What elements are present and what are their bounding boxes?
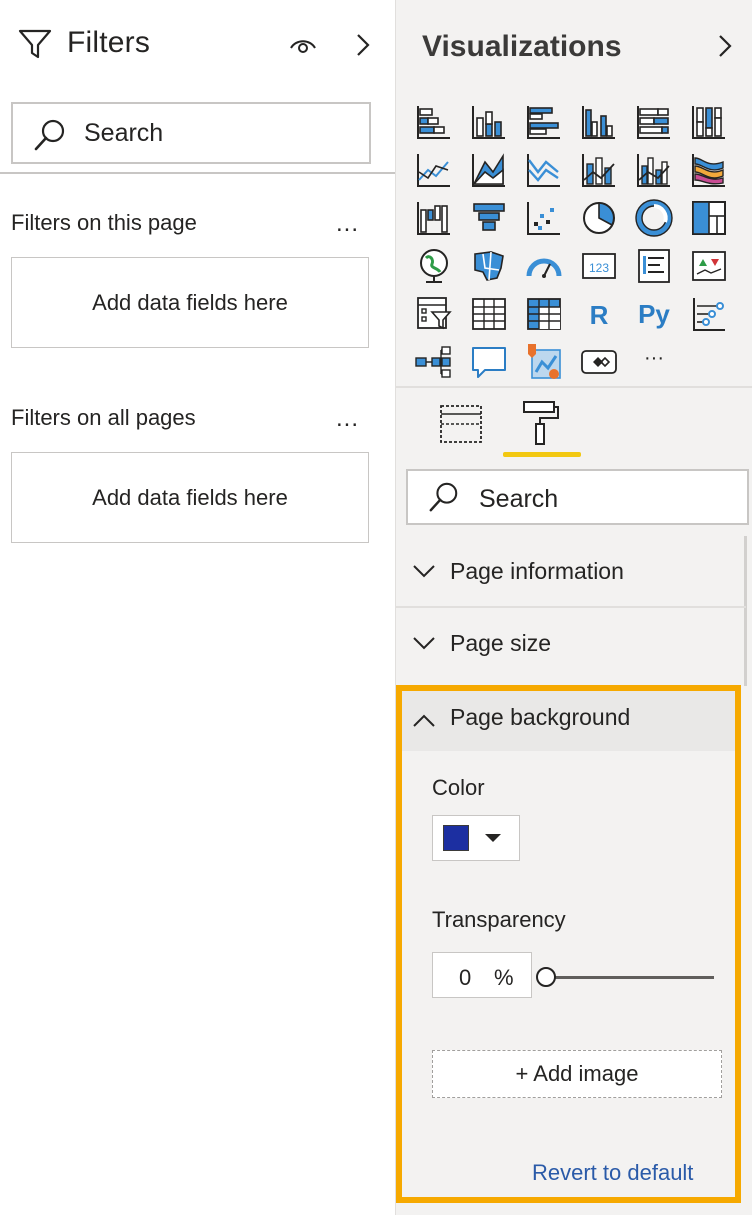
filters-title: Filters xyxy=(67,26,151,59)
qa-icon[interactable] xyxy=(469,342,509,382)
more-visuals-icon[interactable]: ··· xyxy=(634,342,674,382)
search-icon xyxy=(34,119,65,151)
r-glyph: R xyxy=(590,300,609,330)
collapse-filters-chevron-icon[interactable] xyxy=(352,32,374,58)
line-and-clustered-column-chart-icon[interactable] xyxy=(634,150,674,190)
format-search-placeholder: Search xyxy=(479,485,559,513)
filters-on-all-pages-label: Filters on all pages xyxy=(11,405,196,430)
line-chart-icon[interactable] xyxy=(414,150,454,190)
key-influencers-icon[interactable] xyxy=(689,294,729,334)
format-paint-roller-icon[interactable] xyxy=(520,398,562,448)
filters-on-this-page-more-button[interactable]: ... xyxy=(336,210,359,238)
pie-chart-icon[interactable] xyxy=(579,198,619,238)
section-page-information[interactable]: Page information xyxy=(396,537,746,608)
fields-tab-icon[interactable] xyxy=(438,402,484,446)
section-page-information-label: Page information xyxy=(450,558,624,584)
eye-icon[interactable] xyxy=(288,34,318,56)
gauge-icon[interactable] xyxy=(524,246,564,286)
visual-type-gallery: 123 R Py ··· xyxy=(412,100,747,385)
filters-search-placeholder: Search xyxy=(84,119,164,147)
r-script-visual-icon[interactable]: R xyxy=(579,294,619,334)
filters-on-all-pages-more-button[interactable]: ... xyxy=(336,405,359,433)
filters-on-this-page-dropzone[interactable]: Add data fields here xyxy=(11,257,369,348)
section-divider xyxy=(396,606,746,608)
stacked-column-chart-icon[interactable] xyxy=(469,102,509,142)
card-icon[interactable]: 123 xyxy=(579,246,619,286)
gallery-divider xyxy=(396,386,752,388)
area-chart-icon[interactable] xyxy=(469,150,509,190)
stacked-area-chart-icon[interactable] xyxy=(524,150,564,190)
collapse-visualizations-chevron-icon[interactable] xyxy=(714,32,736,60)
waterfall-chart-icon[interactable] xyxy=(414,198,454,238)
funnel-chart-icon[interactable] xyxy=(469,198,509,238)
clustered-bar-chart-icon[interactable] xyxy=(524,102,564,142)
chevron-down-icon xyxy=(413,637,435,650)
visualizations-pane: Visualizations 123 R Py ··· Search Page … xyxy=(395,0,752,1215)
search-icon xyxy=(429,482,458,512)
scatter-chart-icon[interactable] xyxy=(524,198,564,238)
slicer-icon[interactable] xyxy=(414,294,454,334)
decomposition-tree-icon[interactable] xyxy=(414,342,454,382)
more-visuals-glyph: ··· xyxy=(644,347,664,369)
100-stacked-bar-chart-icon[interactable] xyxy=(634,102,674,142)
py-glyph: Py xyxy=(638,299,670,329)
map-icon[interactable] xyxy=(414,246,454,286)
power-bi-side-panes: Filters Search Filters on this page ... … xyxy=(0,0,752,1215)
multi-row-card-icon[interactable] xyxy=(634,246,674,286)
chevron-down-icon xyxy=(413,565,435,578)
kpi-icon[interactable] xyxy=(689,246,729,286)
python-visual-icon[interactable]: Py xyxy=(634,294,674,334)
ribbon-chart-icon[interactable] xyxy=(689,150,729,190)
100-stacked-column-chart-icon[interactable] xyxy=(689,102,729,142)
filters-pane: Filters Search Filters on this page ... … xyxy=(0,0,395,1215)
funnel-icon xyxy=(18,29,52,59)
page-background-highlight-frame xyxy=(396,685,741,1203)
line-and-stacked-column-chart-icon[interactable] xyxy=(579,150,619,190)
section-page-size[interactable]: Page size xyxy=(396,609,746,680)
filters-divider xyxy=(0,172,395,174)
filled-map-icon[interactable] xyxy=(469,246,509,286)
filters-search-box[interactable]: Search xyxy=(11,102,371,164)
card-icon-text: 123 xyxy=(589,261,609,275)
power-apps-icon[interactable] xyxy=(579,342,619,382)
section-page-size-label: Page size xyxy=(450,630,552,656)
clustered-column-chart-icon[interactable] xyxy=(579,102,619,142)
format-search-box[interactable]: Search xyxy=(406,469,749,525)
matrix-icon[interactable] xyxy=(524,294,564,334)
filters-on-this-page-label: Filters on this page xyxy=(11,210,197,235)
donut-chart-icon[interactable] xyxy=(634,198,674,238)
treemap-icon[interactable] xyxy=(689,198,729,238)
stacked-bar-chart-icon[interactable] xyxy=(414,102,454,142)
visualizations-title: Visualizations xyxy=(422,30,622,63)
table-icon[interactable] xyxy=(469,294,509,334)
filters-on-all-pages-dropzone[interactable]: Add data fields here xyxy=(11,452,369,543)
arcgis-map-icon[interactable] xyxy=(524,342,564,382)
format-tab-active-indicator xyxy=(503,452,581,457)
